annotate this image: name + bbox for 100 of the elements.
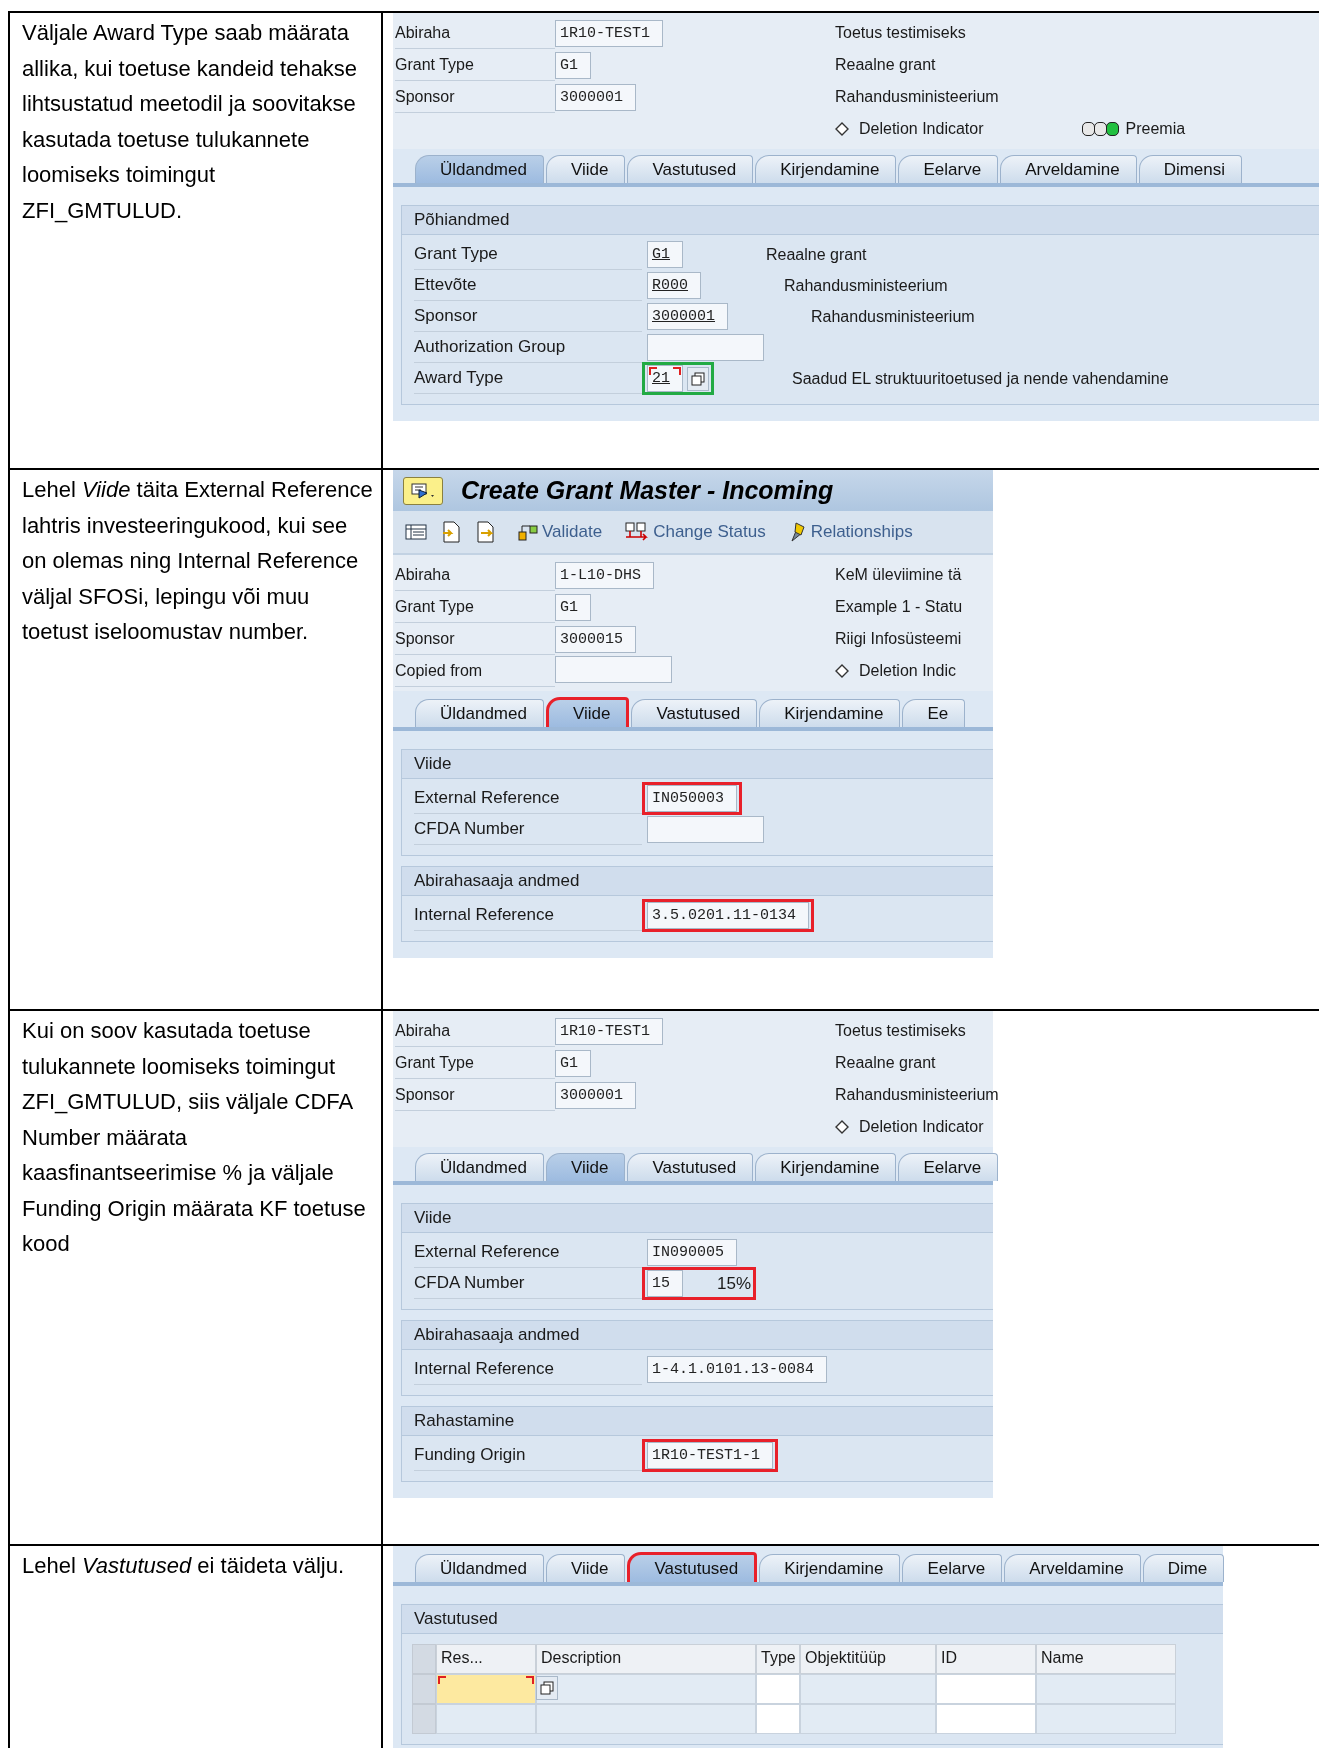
- tab[interactable]: Vastutused: [631, 699, 758, 727]
- column-header[interactable]: Objektitüüp: [800, 1644, 936, 1674]
- input-field[interactable]: R000: [647, 272, 701, 299]
- input-field[interactable]: 1-L10-DHS: [555, 561, 654, 589]
- input-field[interactable]: [647, 334, 764, 361]
- table-cell[interactable]: [800, 1704, 936, 1734]
- table-cell[interactable]: [536, 1674, 756, 1704]
- tab[interactable]: Kirjendamine: [759, 1554, 901, 1582]
- tab[interactable]: Viide: [545, 1554, 626, 1582]
- tab[interactable]: Eelarve: [898, 155, 999, 183]
- field-label: Authorization Group: [414, 332, 642, 363]
- field-description: Saadud EL struktuuritoetused ja nende vahendamine: [792, 369, 1169, 388]
- status-label: Preemia: [1125, 120, 1186, 138]
- instruction-text: Lehel Vastutused ei täideta välju.: [22, 1552, 346, 1580]
- field-description: KeM üleviimine tä: [835, 566, 962, 584]
- input-field[interactable]: 3000001: [555, 1081, 636, 1109]
- input-field[interactable]: 1-4.1.0101.13-0084: [647, 1356, 827, 1383]
- table-cell[interactable]: [936, 1704, 1036, 1734]
- tab[interactable]: Viide: [545, 697, 630, 727]
- field-label: CFDA Number: [414, 814, 642, 845]
- field-description: Rahandusministeerium: [811, 307, 975, 326]
- input-field[interactable]: IN050003: [647, 785, 737, 812]
- toolbar-button[interactable]: Relationships: [787, 521, 913, 543]
- toolbar-button[interactable]: Change Status: [624, 521, 766, 543]
- input-field[interactable]: G1: [555, 1049, 591, 1077]
- document-export-icon[interactable]: [475, 521, 495, 543]
- table-cell[interactable]: [1036, 1704, 1176, 1734]
- input-field[interactable]: G1: [647, 241, 683, 268]
- status-change-icon: [624, 521, 651, 543]
- tab[interactable]: Eelarve: [898, 1153, 999, 1181]
- select-all-button[interactable]: [412, 1644, 436, 1674]
- table-input-cell[interactable]: [436, 1704, 536, 1734]
- field-label: Sponsor: [395, 1085, 455, 1104]
- input-field[interactable]: G1: [555, 51, 591, 79]
- input-field[interactable]: 15: [647, 1270, 683, 1297]
- input-field[interactable]: 1R10-TEST1: [555, 1017, 663, 1045]
- tab[interactable]: Ee: [902, 699, 966, 727]
- tab[interactable]: Üldandmed: [415, 1153, 544, 1181]
- tab[interactable]: Arveldamine: [1004, 1554, 1141, 1582]
- table-cell[interactable]: [800, 1674, 936, 1704]
- input-field[interactable]: 3000001: [647, 303, 728, 330]
- row-selector[interactable]: [412, 1674, 436, 1704]
- field-description: Example 1 - Statu: [835, 598, 963, 616]
- value-help-button[interactable]: [536, 1676, 558, 1700]
- row-selector[interactable]: [412, 1704, 436, 1734]
- instruction-text: Väljale Award Type saab määrata allika, kui toetuse kandeid tehakse lihtsustatud meetodil ja soovitakse kasutada toetuse tulukannete loomiseks toimingut ZFI_GMTULUD.: [22, 19, 359, 225]
- value-help-button[interactable]: [687, 366, 709, 391]
- field-label: CFDA Number: [414, 1268, 642, 1299]
- column-header[interactable]: Res...: [436, 1644, 536, 1674]
- input-field[interactable]: [647, 816, 764, 843]
- field-label: Sponsor: [395, 87, 455, 106]
- tab[interactable]: Arveldamine: [1000, 155, 1137, 183]
- field-label: Grant Type: [414, 239, 642, 270]
- tab[interactable]: Vastutused: [627, 1153, 754, 1181]
- tab[interactable]: Viide: [545, 155, 626, 183]
- tab[interactable]: Eelarve: [902, 1554, 1003, 1582]
- column-header[interactable]: Description: [536, 1644, 756, 1674]
- input-field[interactable]: 3000001: [555, 83, 636, 111]
- group-title: Rahastamine: [402, 1407, 993, 1436]
- field-description: Rahandusministeerium: [784, 276, 948, 295]
- table-cell[interactable]: [1036, 1674, 1176, 1704]
- field-label: Funding Origin: [414, 1440, 642, 1471]
- tab[interactable]: Vastutused: [627, 1552, 758, 1582]
- table-input-cell[interactable]: [436, 1674, 536, 1704]
- input-field[interactable]: IN090005: [647, 1239, 737, 1266]
- field-description: Toetus testimiseks: [835, 24, 966, 42]
- input-field[interactable]: 1R10-TEST1-1: [647, 1442, 773, 1469]
- list-icon[interactable]: [405, 523, 427, 541]
- field-label: Internal Reference: [414, 1354, 642, 1385]
- input-field[interactable]: 3000015: [555, 625, 636, 653]
- input-field[interactable]: G1: [555, 593, 591, 621]
- tab[interactable]: Kirjendamine: [755, 155, 897, 183]
- document-import-icon[interactable]: [441, 521, 461, 543]
- tab[interactable]: Üldandmed: [415, 155, 544, 183]
- tab[interactable]: Üldandmed: [415, 1554, 544, 1582]
- column-header[interactable]: ID: [936, 1644, 1036, 1674]
- table-cell[interactable]: [756, 1704, 800, 1734]
- field-label: Abiraha: [395, 565, 451, 584]
- tab[interactable]: Üldandmed: [415, 699, 544, 727]
- tab[interactable]: Dime: [1142, 1554, 1225, 1582]
- tab[interactable]: Dimensi: [1138, 155, 1243, 183]
- table-cell[interactable]: [756, 1674, 800, 1704]
- shapes-icon: [517, 522, 539, 542]
- menu-button[interactable]: [403, 476, 443, 505]
- table-cell[interactable]: [936, 1674, 1036, 1704]
- input-field[interactable]: 3.5.0201.11-0134: [647, 902, 809, 929]
- tab[interactable]: Viide: [545, 1153, 626, 1181]
- input-field[interactable]: [555, 655, 672, 683]
- tab[interactable]: Kirjendamine: [755, 1153, 897, 1181]
- field-label: Award Type: [414, 363, 642, 394]
- field-label: Sponsor: [395, 629, 455, 648]
- input-field[interactable]: 1R10-TEST1: [555, 19, 663, 47]
- table-cell[interactable]: [536, 1704, 756, 1734]
- tab[interactable]: Vastutused: [627, 155, 754, 183]
- group-title: Viide: [402, 750, 993, 779]
- column-header[interactable]: Type: [756, 1644, 800, 1674]
- input-field[interactable]: 21: [647, 365, 683, 392]
- column-header[interactable]: Name: [1036, 1644, 1176, 1674]
- toolbar-button[interactable]: Validate: [517, 522, 603, 542]
- tab[interactable]: Kirjendamine: [759, 699, 901, 727]
